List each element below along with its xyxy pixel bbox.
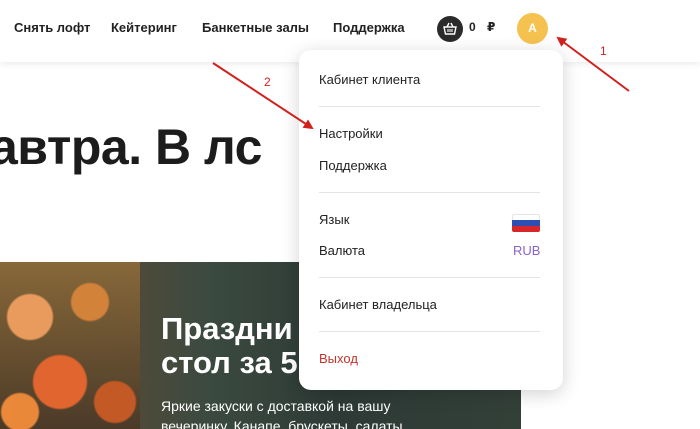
cart-button[interactable] <box>437 16 463 42</box>
promo-description: Яркие закуски с доставкой на вашу вечери… <box>161 396 403 429</box>
menu-divider <box>319 277 540 278</box>
menu-language-label[interactable]: Язык <box>319 212 349 227</box>
menu-support[interactable]: Поддержка <box>319 158 387 173</box>
menu-currency-label[interactable]: Валюта <box>319 243 365 258</box>
nav-banquet-halls[interactable]: Банкетные залы <box>202 20 309 35</box>
promo-title: Праздни стол за 5 <box>161 312 298 380</box>
promo-description-line-2: вечеринку. Канапе, брускеты, салаты <box>161 418 403 429</box>
annotation-label-1: 1 <box>600 44 607 58</box>
menu-owner-cabinet[interactable]: Кабинет владельца <box>319 297 437 312</box>
menu-logout[interactable]: Выход <box>319 351 358 366</box>
nav-rent-loft[interactable]: Снять лофт <box>14 20 90 35</box>
cart-currency-sign: ₽ <box>487 20 496 34</box>
russian-flag-icon[interactable] <box>512 214 540 232</box>
menu-settings[interactable]: Настройки <box>319 126 383 141</box>
cart-total: 0 <box>469 20 476 34</box>
user-dropdown-menu: Кабинет клиента Настройки Поддержка Язык… <box>299 50 563 390</box>
basket-icon <box>443 22 457 35</box>
promo-title-line-1: Праздни <box>161 311 293 346</box>
promo-title-line-2: стол за 5 <box>161 345 298 380</box>
nav-catering[interactable]: Кейтеринг <box>111 20 177 35</box>
menu-divider <box>319 192 540 193</box>
annotation-label-2: 2 <box>264 75 271 89</box>
menu-divider <box>319 331 540 332</box>
nav-support[interactable]: Поддержка <box>333 20 405 35</box>
promo-description-line-1: Яркие закуски с доставкой на вашу <box>161 398 391 414</box>
hero-heading: автра. В лс <box>0 119 262 175</box>
menu-client-cabinet[interactable]: Кабинет клиента <box>319 72 420 87</box>
food-photo <box>0 262 140 429</box>
user-avatar-button[interactable]: A <box>517 13 548 44</box>
menu-divider <box>319 106 540 107</box>
menu-currency-value[interactable]: RUB <box>513 243 540 258</box>
